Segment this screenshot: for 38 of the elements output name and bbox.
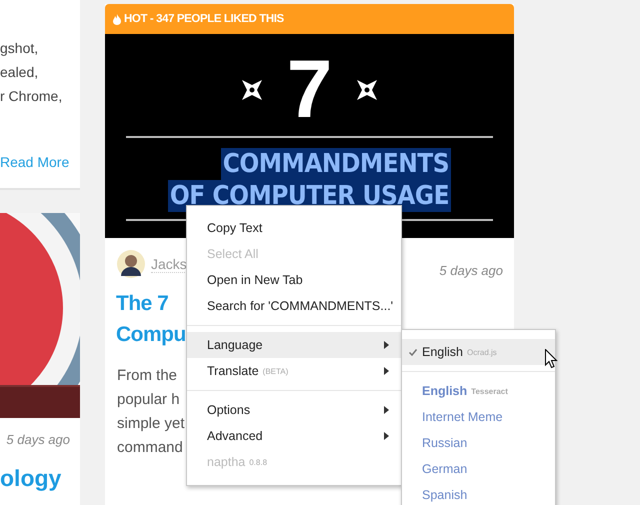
- excerpt-line: simple yet: [117, 414, 185, 434]
- excerpt-line: r Chrome,: [0, 87, 64, 106]
- ocr-language-option[interactable]: German: [402, 456, 555, 482]
- excerpt-line: command: [117, 438, 183, 458]
- ocr-language-option[interactable]: English Tesseract: [402, 378, 555, 404]
- shuriken-icon: [356, 79, 378, 101]
- excerpt-line: gshot,: [0, 39, 40, 58]
- shuriken-icon: [240, 79, 263, 101]
- engine-note: Tesseract: [471, 386, 508, 396]
- post-time: 5 days ago: [6, 432, 70, 447]
- menu-item[interactable]: Advanced: [187, 423, 401, 449]
- excerpt-line: popular h: [117, 390, 180, 410]
- read-more-link[interactable]: Read More: [0, 150, 80, 174]
- menu-item[interactable]: Translate (BETA): [187, 358, 401, 384]
- version-number: 0.8.8: [249, 458, 268, 466]
- menu-item[interactable]: Copy Text: [187, 215, 401, 241]
- version-label: naptha 0.8.8: [206, 454, 268, 471]
- menu-item[interactable]: Open in New Tab: [187, 267, 401, 293]
- menu-item[interactable]: Language: [187, 332, 401, 358]
- engine-note: Ocrad.js: [467, 348, 497, 356]
- excerpt-line: From the: [117, 366, 178, 386]
- menu-note: (BETA): [262, 366, 288, 376]
- article-title[interactable]: Compu: [116, 319, 186, 350]
- excerpt-line: ealed,: [0, 63, 40, 82]
- flame-icon: [113, 14, 121, 24]
- menu-item[interactable]: Search for 'COMMANDMENTS...': [187, 293, 401, 319]
- ocr-language-option[interactable]: English Ocrad.js: [402, 339, 555, 365]
- avatar: [117, 250, 145, 278]
- ocr-language-option[interactable]: Internet Meme: [402, 404, 555, 430]
- ocr-language-option[interactable]: Spanish: [402, 482, 555, 505]
- menu-item[interactable]: Options: [187, 397, 401, 423]
- ocr-language-option[interactable]: Russian: [402, 430, 555, 456]
- article-title[interactable]: The 7: [116, 288, 168, 319]
- article-title[interactable]: ology: [0, 465, 80, 492]
- banner-text: HOT - 347 PEOPLE LIKED THIS: [124, 13, 284, 25]
- selected-text[interactable]: COMMANDMENTS: [220, 148, 452, 180]
- poster-number: 7: [286, 52, 332, 128]
- post-time: 5 days ago: [439, 263, 503, 278]
